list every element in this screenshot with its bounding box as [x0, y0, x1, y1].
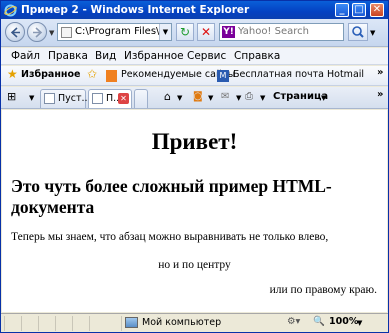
paragraph-left: Теперь мы знаем, что абзац можно выравни…: [11, 231, 329, 243]
menu-bar: Файл Правка Вид Избранное Сервис Справка: [1, 48, 388, 65]
mail-dropdown-icon[interactable]: ▼: [236, 94, 241, 102]
address-bar[interactable]: C:\Program Files\H ▼: [57, 23, 172, 41]
status-segment: [55, 316, 71, 331]
close-button[interactable]: ✕: [370, 3, 384, 17]
status-segment: [72, 316, 88, 331]
paragraph-right: или по правому краю.: [269, 284, 377, 296]
maximize-button[interactable]: □: [352, 3, 366, 17]
tab-bar: ⊞ ▼ Пуст... П... ✕ ⌂ ▼ ◙ ▼ ✉ ▼ ⎙ ▼ Стран…: [1, 87, 388, 109]
back-arrow-icon: [10, 27, 20, 38]
tab-page-icon: [92, 93, 103, 104]
refresh-icon: ↻: [179, 25, 191, 39]
back-button[interactable]: [5, 22, 25, 42]
hotmail-icon: M: [217, 70, 229, 82]
add-favorite-icon[interactable]: ✩: [87, 67, 97, 81]
mail-icon[interactable]: ✉: [221, 91, 229, 102]
heading-2: Это чуть более сложный пример HTML-докум…: [11, 176, 332, 217]
menu-view[interactable]: Вид: [95, 50, 116, 62]
tab-1[interactable]: Пуст...: [40, 89, 91, 108]
address-dropdown-icon[interactable]: ▼: [159, 24, 171, 40]
print-dropdown-icon[interactable]: ▼: [260, 94, 265, 102]
window-title: Пример 2 - Windows Internet Explorer: [21, 4, 250, 16]
favorites-star-icon: ★: [7, 67, 18, 81]
page-icon: [61, 27, 72, 38]
tab-1-label: Пуст...: [58, 93, 91, 104]
security-zone[interactable]: Мой компьютер: [121, 316, 281, 331]
yahoo-logo-icon: Y!: [222, 26, 235, 38]
menu-favorites[interactable]: Избранное: [124, 50, 184, 62]
zoom-dropdown-icon[interactable]: ▼: [357, 319, 362, 327]
refresh-button[interactable]: ↻: [176, 23, 194, 41]
tab-list-icon[interactable]: ▼: [29, 94, 34, 102]
heading-1: Привет!: [151, 129, 238, 154]
minimize-button[interactable]: _: [335, 3, 349, 17]
status-segment: [4, 316, 20, 331]
zoom-icon: 🔍: [313, 316, 325, 327]
home-icon[interactable]: ⌂: [164, 90, 171, 103]
menu-tools[interactable]: Сервис: [187, 50, 226, 62]
feeds-icon[interactable]: ◙: [193, 91, 203, 102]
suggested-sites-icon: [106, 70, 117, 82]
favorites-button[interactable]: Избранное: [21, 69, 80, 80]
stop-icon: ✕: [200, 25, 212, 39]
menu-edit[interactable]: Правка: [48, 50, 88, 62]
search-button[interactable]: [348, 23, 368, 41]
feeds-dropdown-icon[interactable]: ▼: [208, 94, 213, 102]
stop-button[interactable]: ✕: [197, 23, 215, 41]
home-dropdown-icon[interactable]: ▼: [177, 94, 182, 102]
tab-page-icon: [44, 93, 55, 104]
protected-mode-icon[interactable]: ⚙▾: [287, 316, 300, 327]
zone-label: Мой компьютер: [142, 317, 222, 328]
quick-tabs-icon[interactable]: ⊞: [7, 90, 16, 103]
status-segment: [89, 316, 105, 331]
close-tab-icon[interactable]: ✕: [118, 93, 129, 104]
status-segment: [38, 316, 54, 331]
paragraph-center: но и по центру: [158, 259, 231, 271]
search-input[interactable]: Yahoo! Search: [238, 26, 309, 37]
favorites-more-icon[interactable]: »: [377, 67, 383, 78]
page-dropdown-icon[interactable]: ▼: [321, 94, 326, 102]
status-segment: [21, 316, 37, 331]
address-input[interactable]: C:\Program Files\H: [75, 26, 161, 37]
menu-help[interactable]: Справка: [234, 50, 280, 62]
zoom-level[interactable]: 100%: [329, 316, 358, 327]
magnifier-icon: [352, 26, 364, 38]
address-row: ▼ C:\Program Files\H ▼ ↻ ✕ Y! Yahoo! Sea…: [1, 19, 388, 47]
computer-icon: [125, 317, 138, 328]
title-bar[interactable]: Пример 2 - Windows Internet Explorer _ □…: [1, 1, 388, 19]
page-menu-button[interactable]: Страница: [273, 91, 328, 102]
forward-arrow-icon: [33, 27, 43, 38]
status-bar: Мой компьютер ⚙▾ 🔍 100% ▼: [1, 313, 388, 332]
menu-file[interactable]: Файл: [11, 50, 40, 62]
commandbar-more-icon[interactable]: »: [377, 89, 383, 100]
print-icon[interactable]: ⎙: [245, 91, 253, 102]
ie-logo-icon: [4, 4, 17, 17]
tab-2[interactable]: П... ✕: [88, 89, 132, 108]
new-tab-button[interactable]: [134, 89, 148, 108]
search-box[interactable]: Y! Yahoo! Search: [219, 23, 344, 41]
favorites-bar: ★ Избранное ✩ Рекомендуемые сайты M Бесп…: [1, 66, 388, 86]
history-dropdown-icon[interactable]: ▼: [49, 29, 54, 37]
search-options-icon[interactable]: ▼: [370, 29, 375, 37]
page-content: Привет! Это чуть более сложный пример HT…: [2, 110, 387, 312]
forward-button[interactable]: [27, 22, 47, 42]
favorites-item-hotmail[interactable]: Бесплатная почта Hotmail: [233, 69, 364, 80]
ie-window: Пример 2 - Windows Internet Explorer _ □…: [0, 0, 389, 333]
